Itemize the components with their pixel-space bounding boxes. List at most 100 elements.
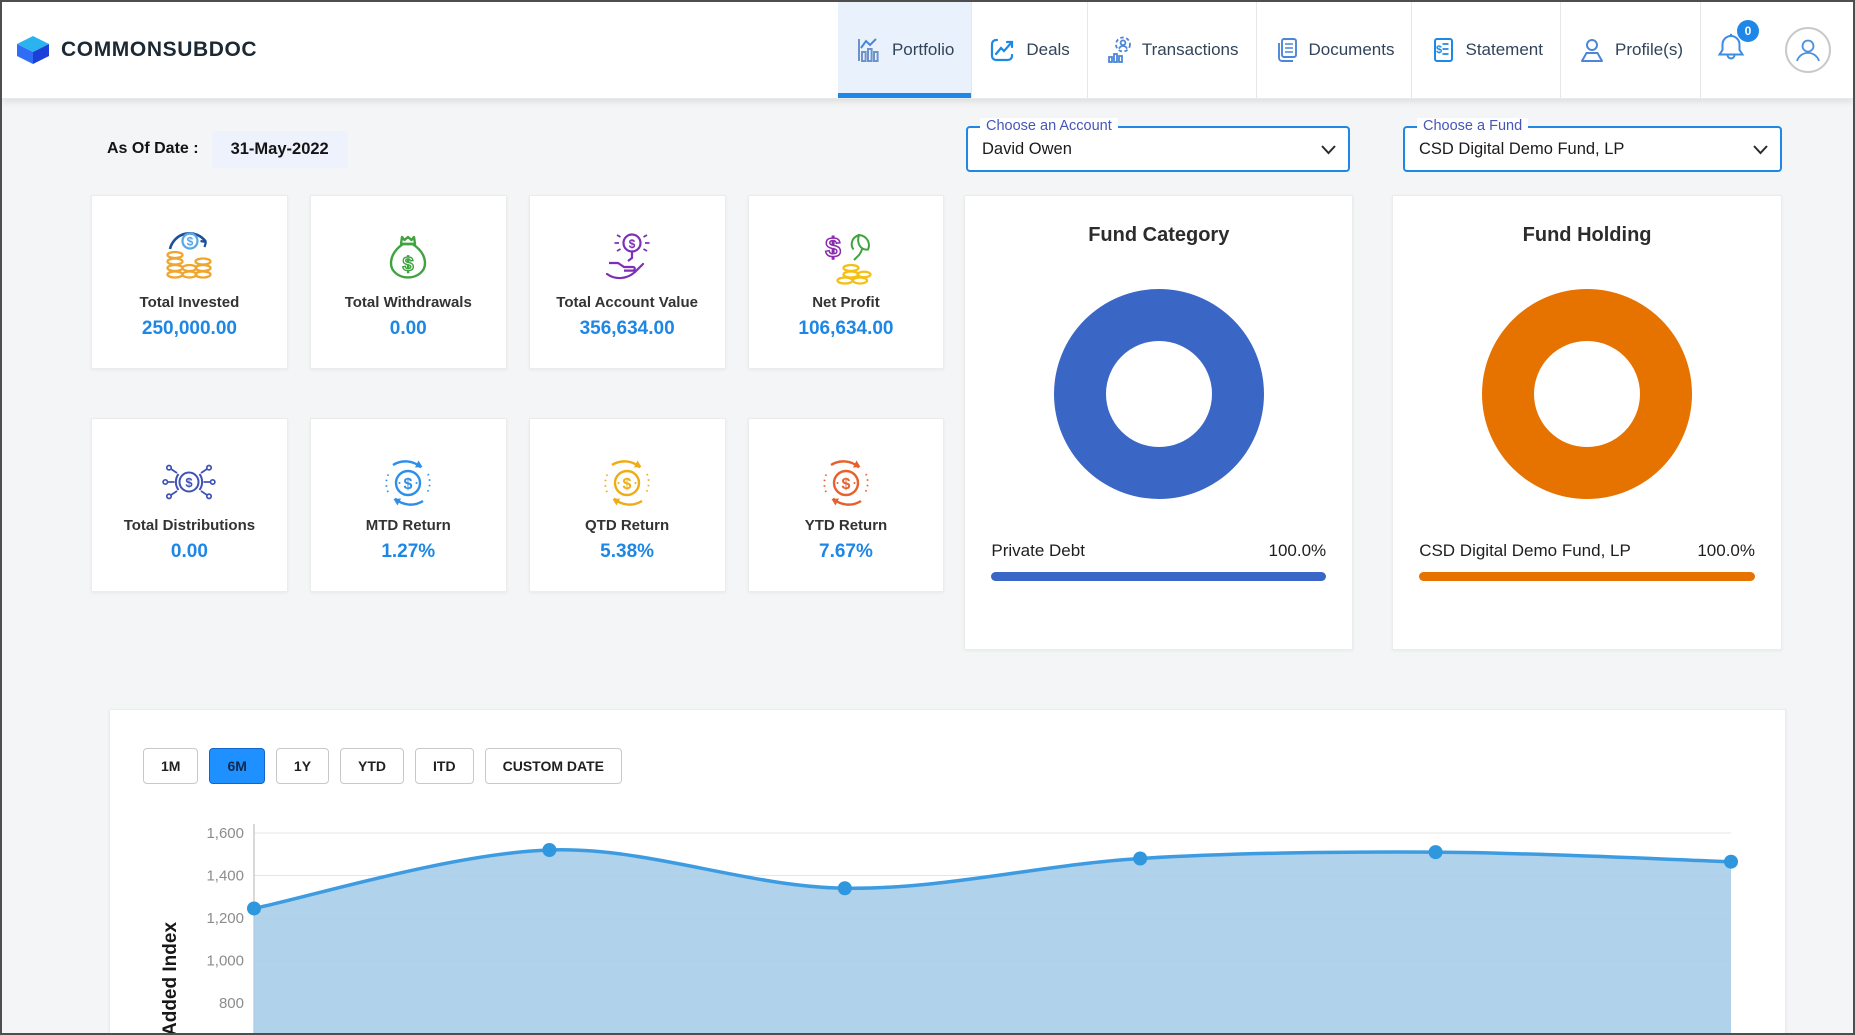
selectors: Choose an Account David Owen Choose a Fu… [966, 126, 1782, 172]
y-tick-label: 1,400 [206, 868, 244, 885]
avatar-icon [1791, 33, 1825, 67]
chart-dot[interactable] [838, 881, 852, 895]
nav-label: Transactions [1142, 40, 1239, 60]
main-content: As Of Date : 31-May-2022 Choose an Accou… [2, 123, 1853, 1035]
performance-area-chart[interactable]: 1,600 1,400 1,200 1,000 800 Added Index [110, 791, 1785, 1035]
fund-holding-donut-chart[interactable] [1482, 289, 1692, 499]
svg-text:$: $ [1436, 44, 1442, 56]
nav-tab-statement[interactable]: $ Statement [1411, 2, 1560, 98]
stat-value: 0.00 [390, 318, 427, 340]
nav-tab-deals[interactable]: Deals [971, 2, 1086, 98]
trend-arrow-icon [989, 36, 1017, 64]
y-axis-title: Added Index [160, 922, 181, 1035]
coins-stack-icon: $ [161, 229, 217, 287]
stat-label: Net Profit [812, 294, 880, 311]
panel-title: Fund Holding [1393, 224, 1781, 247]
stat-label: YTD Return [805, 517, 888, 534]
stat-label: QTD Return [585, 517, 669, 534]
bar-chart-icon [855, 36, 883, 64]
stat-value: 5.38% [600, 541, 654, 563]
nav-label: Statement [1465, 40, 1543, 60]
svg-text:$: $ [842, 476, 851, 493]
nav-tab-portfolio[interactable]: Portfolio [838, 2, 971, 98]
stat-label: Total Withdrawals [345, 294, 472, 311]
hand-coin-icon: $ [599, 229, 655, 287]
chart-dot[interactable] [1724, 855, 1738, 869]
nav-tab-transactions[interactable]: Transactions [1087, 2, 1256, 98]
cycle-dollar-gold-icon: $ [599, 454, 655, 510]
nav-label: Documents [1309, 40, 1395, 60]
fund-holding-panel: Fund Holding CSD Digital Demo Fund, LP 1… [1392, 195, 1782, 650]
range-button-1m[interactable]: 1M [143, 748, 198, 784]
account-select-value: David Owen [968, 140, 1112, 159]
notifications-button[interactable]: 0 [1715, 31, 1757, 70]
y-tick-label: 1,600 [206, 825, 244, 842]
stat-card-mtd-return: $ MTD Return 1.27% [310, 418, 507, 592]
svg-text:$: $ [623, 476, 632, 493]
notifications-cell: 0 [1700, 2, 1771, 98]
range-button-6m[interactable]: 6M [209, 748, 264, 784]
stat-label: MTD Return [366, 517, 451, 534]
stat-value: 7.67% [819, 541, 873, 563]
account-cell [1771, 2, 1845, 98]
stat-card-qtd-return: $ QTD Return 5.38% [529, 418, 726, 592]
stat-card-ytd-return: $ YTD Return 7.67% [748, 418, 945, 592]
fund-category-panel: Fund Category Private Debt 100.0% [964, 195, 1353, 650]
fund-select-label: Choose a Fund [1417, 118, 1528, 134]
chart-dot[interactable] [542, 843, 556, 857]
statement-icon: $ [1429, 36, 1456, 64]
y-tick-label: 1,200 [206, 910, 244, 927]
brand: COMMONSUBDOC [2, 2, 257, 98]
notification-badge: 0 [1737, 20, 1759, 42]
svg-text:$: $ [629, 237, 636, 251]
fund-select-value: CSD Digital Demo Fund, LP [1405, 140, 1664, 159]
account-select-label: Choose an Account [980, 118, 1118, 134]
fund-category-donut-chart[interactable] [1054, 289, 1264, 499]
y-tick-label: 800 [219, 995, 244, 1012]
stat-card-total-invested: $ Total Invested 250,000.00 [91, 195, 288, 369]
cycle-dollar-blue-icon: $ [380, 454, 436, 510]
range-button-1y[interactable]: 1Y [276, 748, 329, 784]
stat-value: 250,000.00 [142, 318, 237, 340]
profit-plant-icon: $ [818, 229, 874, 287]
legend-value: 100.0% [1697, 541, 1755, 561]
range-button-custom-date[interactable]: CUSTOM DATE [485, 748, 622, 784]
legend-label: CSD Digital Demo Fund, LP [1419, 541, 1631, 561]
chart-dot[interactable] [1133, 852, 1147, 866]
stat-label: Total Distributions [124, 517, 255, 534]
as-of-date-value: 31-May-2022 [212, 131, 348, 168]
stat-card-total-withdrawals: $ Total Withdrawals 0.00 [310, 195, 507, 369]
person-icon [1578, 36, 1606, 64]
nav-tab-profiles[interactable]: Profile(s) [1560, 2, 1700, 98]
money-bag-icon: $ [380, 229, 436, 287]
svg-text:$: $ [403, 254, 414, 276]
account-select[interactable]: Choose an Account David Owen [966, 126, 1350, 172]
chart-dot[interactable] [1429, 845, 1443, 859]
chevron-down-icon [1321, 145, 1336, 155]
nav-label: Profile(s) [1615, 40, 1683, 60]
range-button-ytd[interactable]: YTD [340, 748, 404, 784]
stat-cards: $ Total Invested 250,000.00 $ Total With… [91, 195, 944, 592]
account-menu-button[interactable] [1785, 27, 1831, 73]
cycle-dollar-orange-icon: $ [818, 454, 874, 510]
legend-row: CSD Digital Demo Fund, LP 100.0% [1419, 541, 1755, 561]
legend-bar [991, 572, 1326, 581]
documents-icon [1274, 36, 1300, 64]
chart-dot[interactable] [247, 901, 261, 915]
app-window: COMMONSUBDOC Portfolio Deals [0, 0, 1855, 1035]
nav-tab-documents[interactable]: Documents [1256, 2, 1412, 98]
top-grid: $ Total Invested 250,000.00 $ Total With… [91, 195, 1782, 650]
legend-bar [1419, 572, 1755, 581]
nav-label: Portfolio [892, 40, 954, 60]
distribution-network-icon: $ [161, 454, 217, 510]
stat-card-total-distributions: $ Total Distributions 0.00 [91, 418, 288, 592]
svg-text:$: $ [825, 232, 841, 263]
fund-select[interactable]: Choose a Fund CSD Digital Demo Fund, LP [1403, 126, 1782, 172]
main-nav: Portfolio Deals Trans [838, 2, 1853, 98]
stat-label: Total Account Value [556, 294, 698, 311]
range-button-itd[interactable]: ITD [415, 748, 474, 784]
y-tick-label: 1,000 [206, 953, 244, 970]
stat-value: 1.27% [381, 541, 435, 563]
legend-value: 100.0% [1269, 541, 1327, 561]
nav-label: Deals [1026, 40, 1069, 60]
